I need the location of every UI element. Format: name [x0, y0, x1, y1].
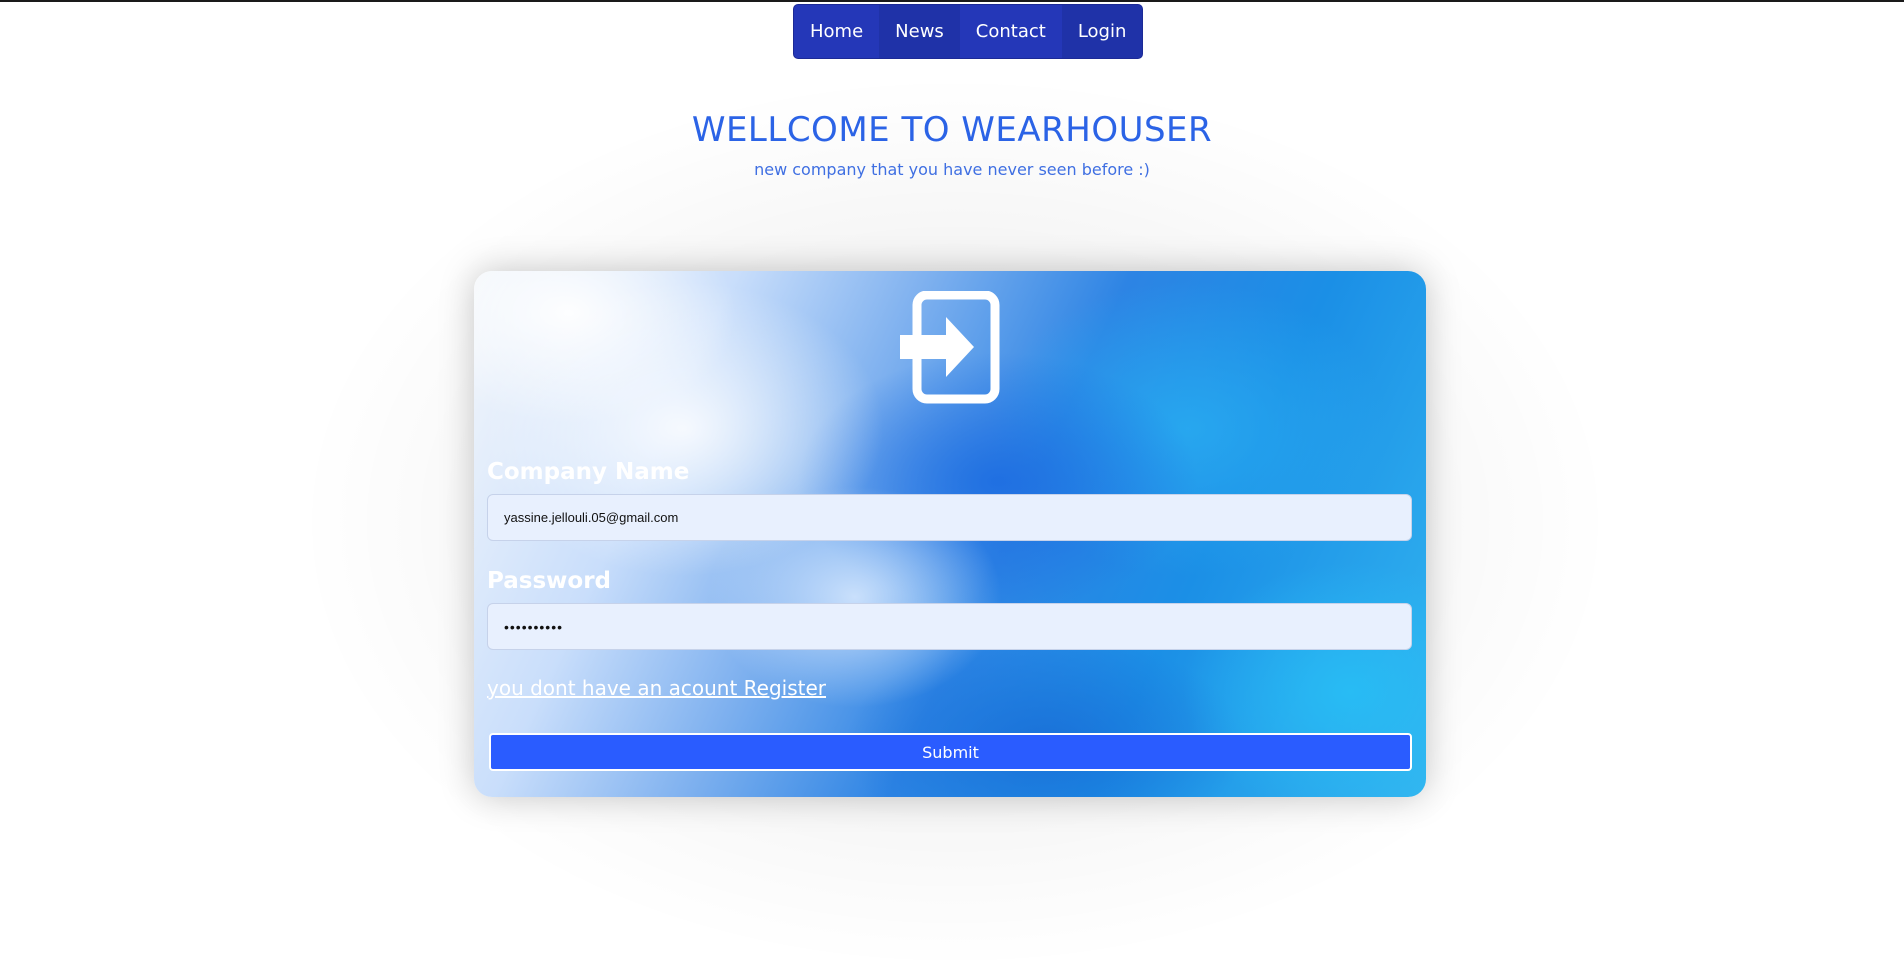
- top-nav: Home News Contact Login: [793, 4, 1144, 59]
- nav-login[interactable]: Login: [1061, 5, 1143, 58]
- login-card: Company Name Password you dont have an a…: [474, 271, 1426, 797]
- register-link[interactable]: you dont have an acount Register: [487, 676, 826, 700]
- nav-news[interactable]: News: [879, 5, 960, 58]
- nav-contact[interactable]: Contact: [960, 5, 1062, 58]
- login-icon: [900, 291, 1000, 404]
- company-name-input[interactable]: [487, 494, 1412, 541]
- company-name-label: Company Name: [487, 459, 690, 485]
- submit-button[interactable]: Submit: [489, 733, 1412, 771]
- page-title: WELLCOME TO WEARHOUSER: [691, 110, 1213, 150]
- nav-home[interactable]: Home: [794, 5, 879, 58]
- password-input[interactable]: [487, 603, 1412, 650]
- page-subtitle: new company that you have never seen bef…: [754, 160, 1150, 179]
- password-label: Password: [487, 568, 611, 594]
